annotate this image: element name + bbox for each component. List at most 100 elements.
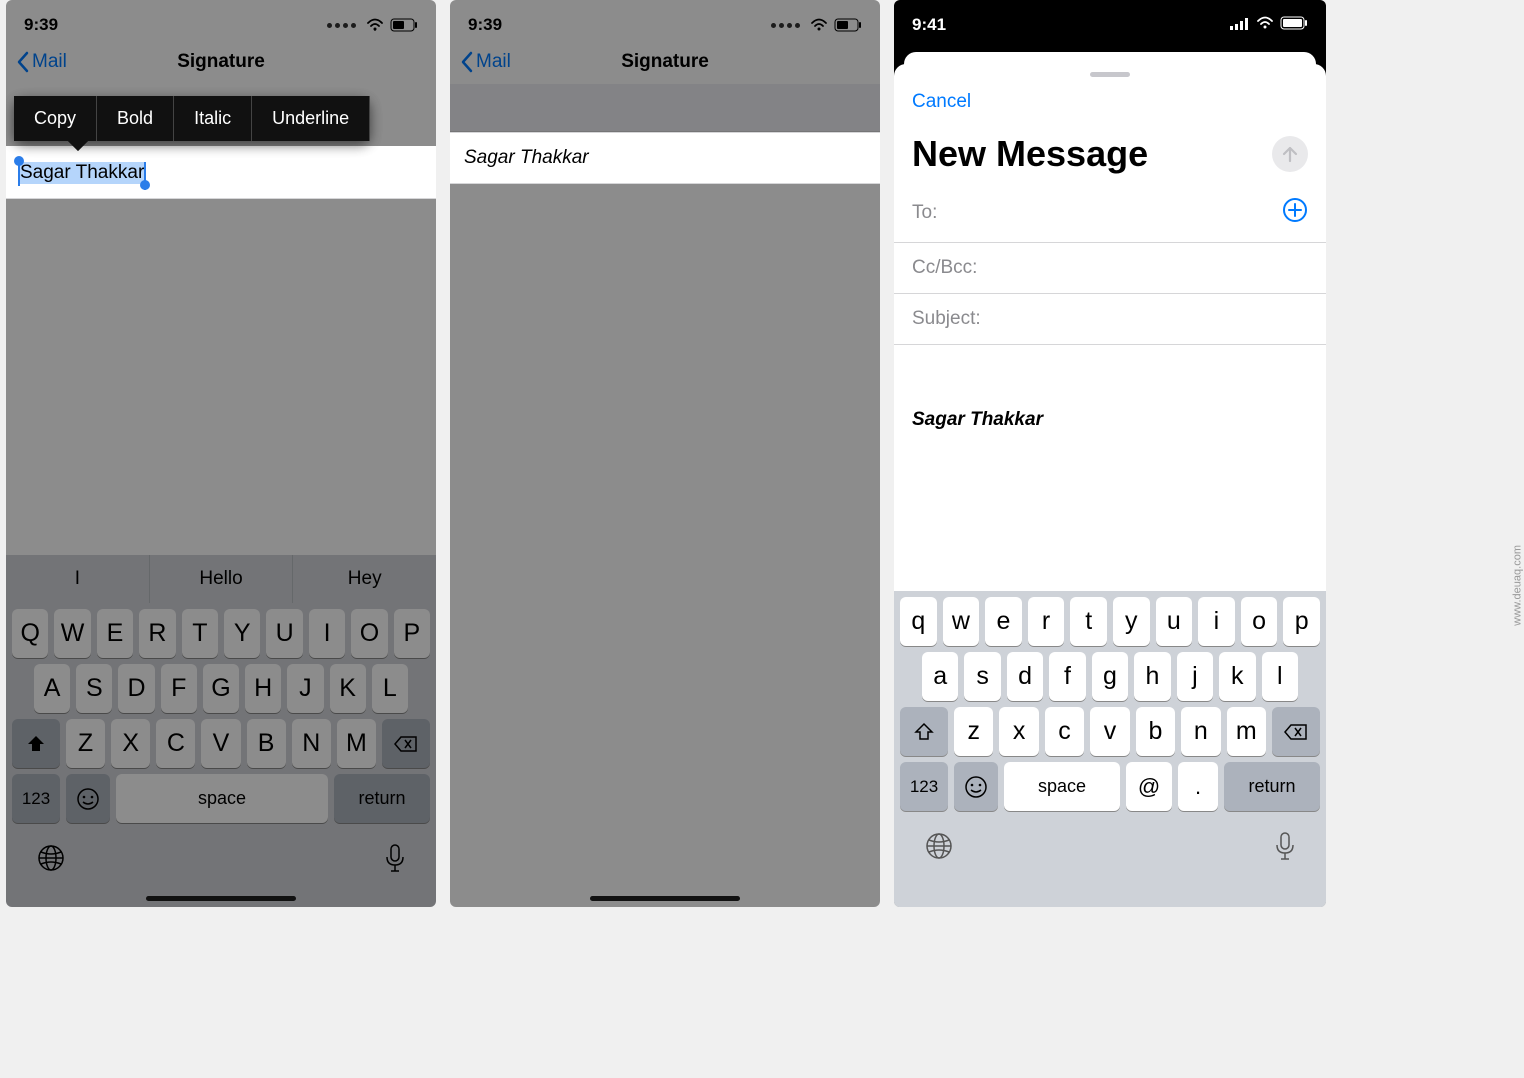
signature-field-overlay[interactable]: Sagar Thakkar [450,132,880,184]
dictation-key[interactable] [384,843,406,878]
key-u[interactable]: U [266,609,302,658]
globe-key[interactable] [924,831,954,866]
key-z[interactable]: Z [66,719,105,768]
cell-signal-icon [1230,15,1250,35]
key-p[interactable]: p [1283,597,1320,646]
key-k[interactable]: K [330,664,366,713]
return-key[interactable]: return [1224,762,1320,811]
key-e[interactable]: E [97,609,133,658]
key-a[interactable]: a [922,652,958,701]
key-l[interactable]: l [1262,652,1298,701]
dictation-key[interactable] [1274,831,1296,866]
menu-bold[interactable]: Bold [97,96,174,141]
key-v[interactable]: v [1090,707,1129,756]
suggestion-3[interactable]: Hey [293,555,436,603]
backspace-key[interactable] [382,719,430,768]
key-x[interactable]: X [111,719,150,768]
key-o[interactable]: O [351,609,387,658]
globe-key[interactable] [36,843,66,878]
status-time: 9:41 [912,15,946,35]
key-f[interactable]: f [1049,652,1085,701]
return-key[interactable]: return [334,774,430,823]
back-label: Mail [32,51,67,73]
key-h[interactable]: H [245,664,281,713]
ccbcc-field[interactable]: Cc/Bcc: [894,243,1326,294]
key-b[interactable]: B [247,719,286,768]
home-indicator[interactable] [590,896,740,901]
key-d[interactable]: D [118,664,154,713]
shift-key[interactable] [12,719,60,768]
key-q[interactable]: q [900,597,937,646]
dot-key[interactable]: . [1178,762,1218,811]
key-s[interactable]: S [76,664,112,713]
key-b[interactable]: b [1136,707,1175,756]
sheet-grabber[interactable] [1090,72,1130,77]
space-key[interactable]: space [116,774,328,823]
key-d[interactable]: d [1007,652,1043,701]
back-button[interactable]: Mail [460,51,511,73]
numbers-key[interactable]: 123 [900,762,948,811]
key-n[interactable]: n [1181,707,1220,756]
emoji-key[interactable] [954,762,998,811]
key-c[interactable]: c [1045,707,1084,756]
key-y[interactable]: y [1113,597,1150,646]
compose-sheet: Cancel New Message To: Cc/Bcc: Subject: … [894,64,1326,907]
globe-icon [924,831,954,861]
key-t[interactable]: T [182,609,218,658]
backspace-key[interactable] [1272,707,1320,756]
key-j[interactable]: j [1177,652,1213,701]
numbers-key[interactable]: 123 [12,774,60,823]
key-n[interactable]: N [292,719,331,768]
home-indicator[interactable] [146,896,296,901]
key-g[interactable]: g [1092,652,1128,701]
key-h[interactable]: h [1134,652,1170,701]
key-r[interactable]: r [1028,597,1065,646]
back-button[interactable]: Mail [16,51,67,73]
key-w[interactable]: w [943,597,980,646]
key-i[interactable]: i [1198,597,1235,646]
subject-field[interactable]: Subject: [894,294,1326,345]
key-l[interactable]: L [372,664,408,713]
suggestion-1[interactable]: I [6,555,150,603]
key-o[interactable]: o [1241,597,1278,646]
key-g[interactable]: G [203,664,239,713]
key-c[interactable]: C [156,719,195,768]
add-contact-button[interactable] [1282,197,1308,228]
shift-key[interactable] [900,707,948,756]
key-z[interactable]: z [954,707,993,756]
key-t[interactable]: t [1070,597,1107,646]
key-m[interactable]: M [337,719,376,768]
key-x[interactable]: x [999,707,1038,756]
key-p[interactable]: P [394,609,430,658]
key-q[interactable]: Q [12,609,48,658]
cancel-button[interactable]: Cancel [912,91,971,113]
menu-underline[interactable]: Underline [252,96,370,141]
key-v[interactable]: V [201,719,240,768]
key-m[interactable]: m [1227,707,1266,756]
emoji-key[interactable] [66,774,110,823]
menu-copy[interactable]: Copy [14,96,97,141]
send-button[interactable] [1272,136,1308,172]
signature-field[interactable]: Sagar Thakkar [6,148,436,199]
selection-handle-end[interactable] [140,180,150,190]
key-j[interactable]: J [287,664,323,713]
space-key[interactable]: space [1004,762,1120,811]
nav-bar: Mail Signature [6,40,436,84]
key-k[interactable]: k [1219,652,1255,701]
key-f[interactable]: F [161,664,197,713]
key-a[interactable]: A [34,664,70,713]
compose-title: New Message [912,133,1148,175]
key-y[interactable]: Y [224,609,260,658]
message-body[interactable]: Sagar Thakkar [894,345,1326,455]
menu-italic[interactable]: Italic [174,96,252,141]
to-field[interactable]: To: [894,183,1326,243]
key-e[interactable]: e [985,597,1022,646]
key-s[interactable]: s [964,652,1000,701]
key-u[interactable]: u [1156,597,1193,646]
wifi-icon [810,18,828,32]
key-i[interactable]: I [309,609,345,658]
key-w[interactable]: W [54,609,90,658]
suggestion-2[interactable]: Hello [150,555,294,603]
key-r[interactable]: R [139,609,175,658]
at-key[interactable]: @ [1126,762,1172,811]
